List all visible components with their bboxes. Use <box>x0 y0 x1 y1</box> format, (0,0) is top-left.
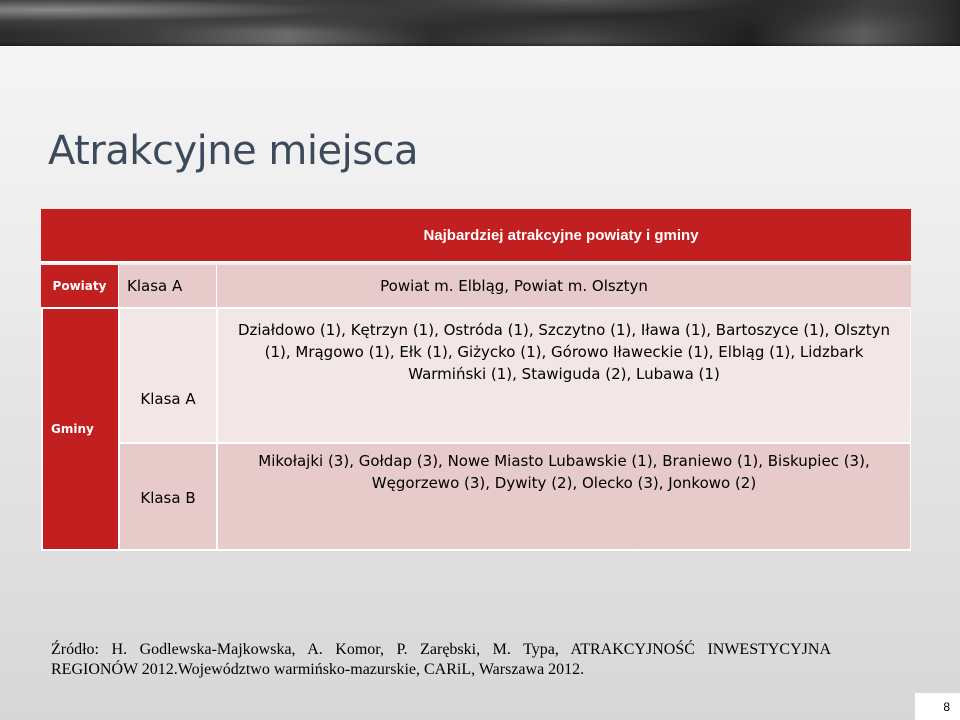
powiaty-value-cell: Powiat m. Elbląg, Powiat m. Olsztyn <box>217 265 911 307</box>
gminy-class-b-value-cell: Mikołajki (3), Gołdap (3), Nowe Miasto L… <box>217 443 911 551</box>
gminy-class-a-value-cell: Działdowo (1), Kętrzyn (1), Ostróda (1),… <box>217 307 911 443</box>
row-label-gminy: Gminy <box>41 307 119 551</box>
gminy-class-b-cell: Klasa B <box>119 443 217 551</box>
source-citation: Źródło: H. Godlewska-Majkowska, A. Komor… <box>51 641 831 678</box>
table-header: Najbardziej atrakcyjne powiaty i gminy <box>41 209 911 263</box>
row-label-powiaty: Powiaty <box>41 265 119 307</box>
slide-title: Atrakcyjne miejsca <box>48 128 419 174</box>
page-number: 8 <box>915 693 960 720</box>
gminy-class-a-cell: Klasa A <box>119 307 217 443</box>
decorative-banner <box>0 0 960 46</box>
attractiveness-table: Najbardziej atrakcyjne powiaty i gminy P… <box>41 209 911 551</box>
powiaty-class-cell: Klasa A <box>119 265 217 307</box>
